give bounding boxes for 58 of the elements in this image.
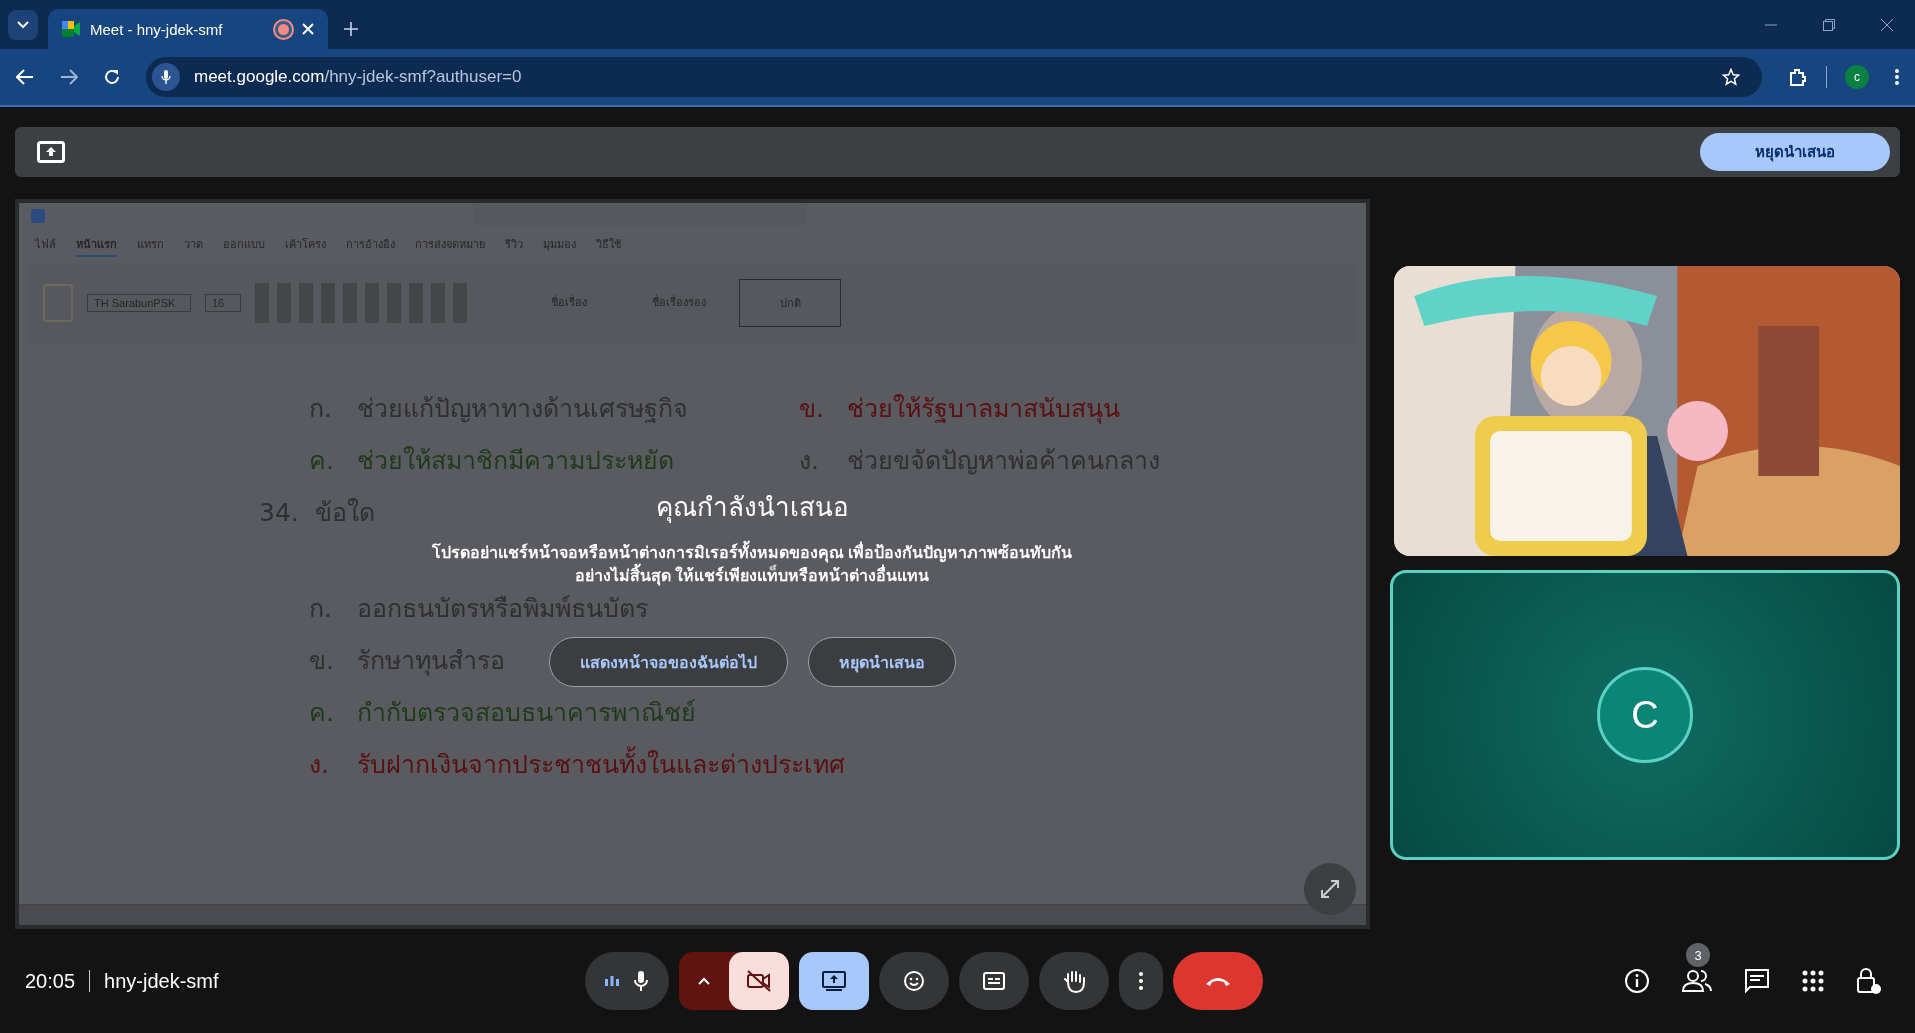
extensions-icon[interactable] [1788,67,1808,87]
people-icon[interactable] [1682,969,1712,993]
site-info-button[interactable] [152,63,180,91]
smiley-icon [903,970,925,992]
back-icon[interactable] [16,69,34,85]
restore-icon[interactable] [1823,19,1835,31]
option-text: ช่วยให้รัฐบาลมาสนับสนุน [847,393,1120,425]
new-tab-icon[interactable] [344,22,358,36]
close-window-icon[interactable] [1881,19,1893,31]
participant-avatar: C [1597,667,1693,763]
word-icon [31,209,45,223]
present-screen-icon [822,971,846,991]
phone-icon [1204,975,1232,987]
forward-icon[interactable] [60,69,78,85]
meeting-code: hny-jdek-smf [104,969,219,993]
reload-icon[interactable] [104,69,120,85]
participant-count-badge: 3 [1686,943,1710,967]
close-icon[interactable] [302,23,314,35]
microphone-icon [633,970,649,992]
tab-title: Meet - hny-jdek-smf [90,20,224,38]
caret-icon [17,21,29,29]
camera-button[interactable] [679,952,789,1010]
option-text: กำกับตรวจสอบธนาคารพาณิชย์ [357,697,696,729]
notice-message: โปรดอย่าแชร์หน้าจอหรือหน้าต่างการมิเรอร์ทั้งหมดของคุณ เพื่อป้องกันปัญหาภาพซ้อนทับกันอย่างไม่สิ้นสุด ให้แชร์เพียงแท็บหรือหน้าต่างอื่นแทน [422,541,1082,588]
caret-icon [698,977,710,985]
bookmark-star-icon[interactable] [1722,68,1740,86]
stop-presenting-button[interactable]: หยุดนำเสนอ [1700,133,1890,171]
expand-icon [1319,878,1341,900]
option-letter: ค. [309,445,333,477]
profile-avatar[interactable]: c [1845,65,1869,89]
menu-icon[interactable] [1895,69,1899,85]
clock-time: 20:05 [25,969,76,993]
host-controls-icon[interactable] [1856,967,1882,995]
more-icon [1139,972,1143,990]
camera-off-icon [746,970,772,992]
expand-button[interactable] [1304,863,1356,915]
chat-icon[interactable] [1744,968,1770,994]
address-bar[interactable]: meet.google.com/hny-jdek-smf?authuser=0 [146,57,1762,97]
option-letter: ง. [309,749,330,781]
present-button[interactable] [799,952,869,1010]
audio-level-icon [605,976,619,986]
present-screen-icon [37,141,65,163]
apps-grid-icon[interactable] [1802,970,1824,992]
notice-button[interactable]: หยุดนำเสนอ [807,637,956,688]
tab-search-button[interactable] [8,10,38,40]
captions-icon [983,972,1005,990]
meet-icon [62,21,80,37]
option-letter: ข. [799,393,823,425]
notice-title: คุณกำลังนำเสนอ [655,491,849,525]
info-icon[interactable] [1624,968,1650,994]
browser-tab[interactable]: Meet - hny-jdek-smf [48,9,328,49]
notice-button[interactable]: แสดงหน้าจอของฉันต่อไป [548,637,788,688]
microphone-icon [161,70,171,84]
url-text: meet.google.com/hny-jdek-smf?authuser=0 [194,67,523,87]
option-letter: ค. [309,697,333,729]
hand-icon [1063,969,1085,993]
leave-call-button[interactable] [1173,952,1263,1010]
option-text: ช่วยให้สมาชิกมีความประหยัด [357,445,674,477]
